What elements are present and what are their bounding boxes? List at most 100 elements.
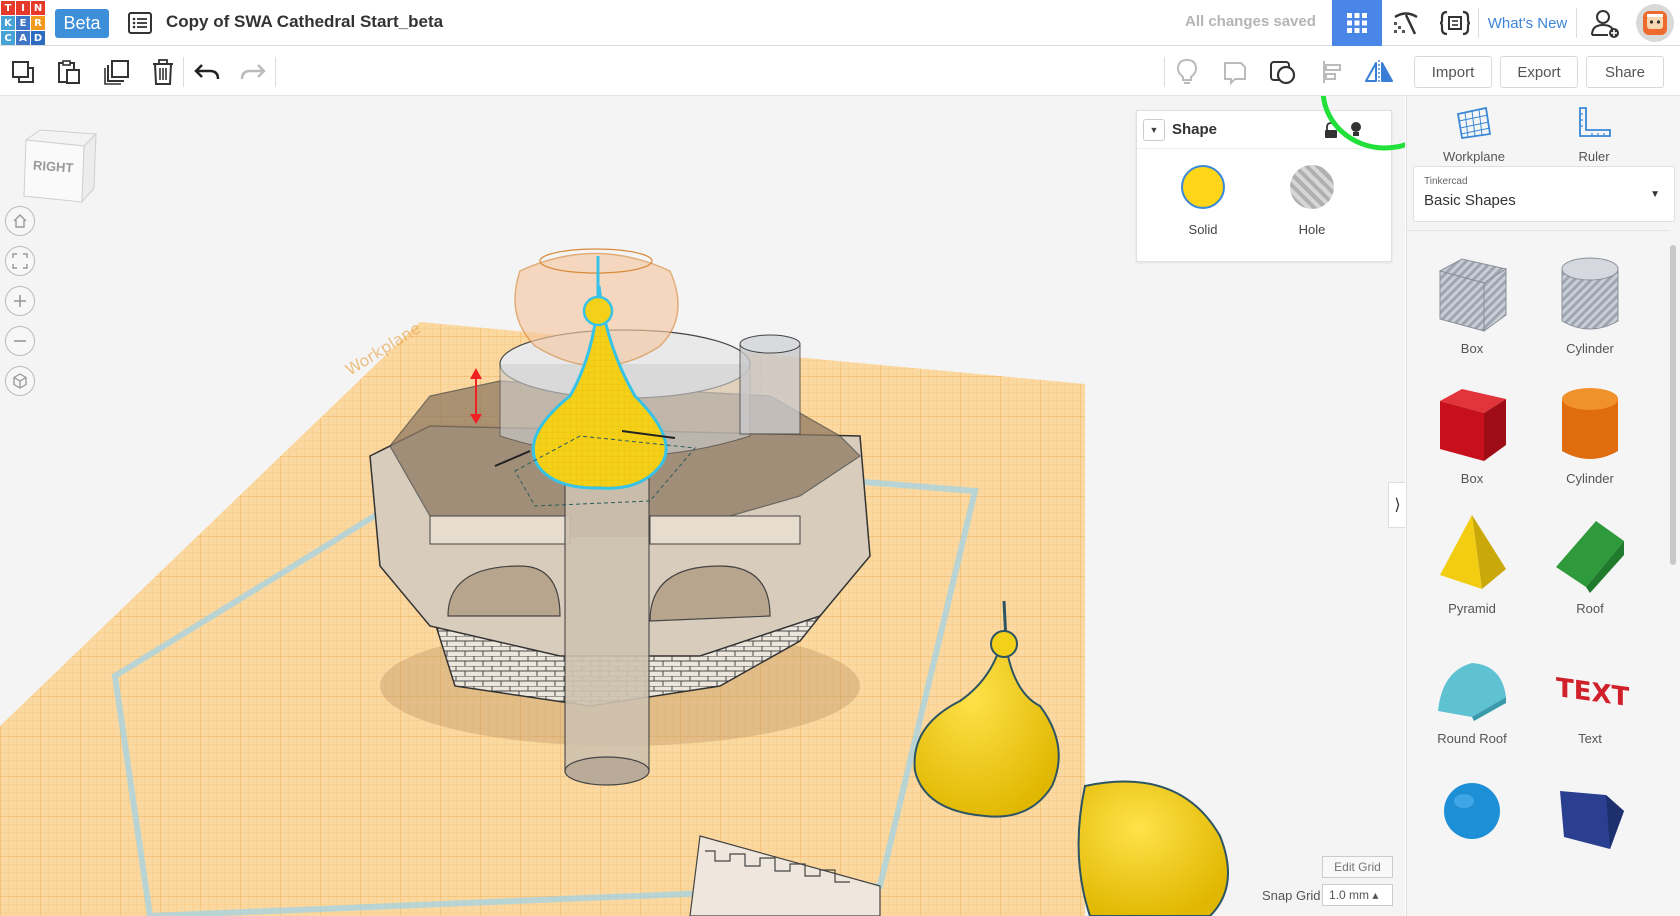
library-name: Basic Shapes [1424,192,1516,209]
mirror-icon [1365,60,1393,84]
shape-label: Cylinder [1566,471,1614,486]
import-button[interactable]: Import [1414,56,1492,88]
plus-icon [14,295,26,307]
logo-letter: C [1,31,15,45]
align-icon [1323,61,1341,83]
ruler-tool[interactable]: Ruler [1549,106,1639,164]
svg-text:TEXT: TEXT [1556,673,1629,713]
top-bar: T I N K E R C A D Beta Copy of SWA Cathe… [0,0,1680,46]
delete-button[interactable] [146,55,180,89]
paste-button[interactable] [52,55,86,89]
shape-library-dropdown[interactable]: Tinkercad Basic Shapes ▼ [1413,166,1675,222]
blocks-view-button[interactable] [1382,0,1430,46]
fit-view-button[interactable] [5,246,35,276]
undo-icon [194,64,220,80]
highlight-circle-annotation [1320,96,1405,151]
notes-button[interactable] [1170,55,1204,89]
add-user-button[interactable] [1580,0,1630,46]
view-cube[interactable]: RIGHT [20,126,98,204]
shape-wedge[interactable] [1535,771,1645,857]
hole-label: Hole [1298,222,1326,237]
tinkercad-logo[interactable]: T I N K E R C A D [1,1,45,45]
shape-label: Round Roof [1437,731,1507,746]
shape-box[interactable]: Box [1417,381,1527,486]
workplane-icon [1456,106,1492,140]
perspective-button[interactable] [5,366,35,396]
collapse-inspector-button[interactable]: ▼ [1143,119,1165,141]
zoom-out-button[interactable] [5,326,35,356]
divider [183,57,184,87]
logo-letter: I [16,1,30,15]
shape-box-hole[interactable]: Box [1417,251,1527,356]
align-button[interactable] [1316,55,1350,89]
beta-badge[interactable]: Beta [55,9,109,38]
grid-view-icon [1347,13,1367,33]
shape-label: Box [1460,471,1484,486]
solid-color-swatch[interactable] [1181,165,1225,209]
shape-list-scrollbar[interactable] [1669,237,1677,916]
shape-roof[interactable]: Roof [1535,511,1645,616]
logo-letter: T [1,1,15,15]
home-view-button[interactable] [5,206,35,236]
cylinder-hole-icon [1561,257,1619,330]
divider [1164,57,1165,87]
ruler-label: Ruler [1578,149,1610,164]
save-status: All changes saved [1185,13,1316,30]
codeblocks-button[interactable] [1432,0,1478,46]
speech-bubble-icon [1224,62,1246,85]
view-cube-label: RIGHT [32,157,74,176]
design-title[interactable]: Copy of SWA Cathedral Start_beta [166,12,443,32]
undo-button[interactable] [190,55,224,89]
dropdown-caret-icon: ▼ [1650,189,1660,200]
whats-new-link[interactable]: What's New [1480,0,1575,46]
3d-view-button[interactable] [1332,0,1382,46]
group-button[interactable] [1266,55,1300,89]
shape-grid: Box Cylinder Box Cylinder Pyramid Roof R… [1407,230,1676,916]
shape-label: Roof [1576,601,1604,616]
shape-label: Box [1460,341,1484,356]
shape-cylinder[interactable]: Cylinder [1535,381,1645,486]
box-icon [1440,389,1506,461]
copy-icon [12,61,34,83]
shapes-panel: Workplane Ruler Tinkercad Basic Shapes ▼… [1406,96,1680,916]
inspector-title: Shape [1172,121,1218,138]
shape-label: Text [1578,731,1602,746]
lightbulb-icon [1176,58,1198,84]
shape-round-roof[interactable]: Round Roof [1417,641,1527,746]
sphere-icon [1444,783,1500,839]
collapse-panel-button[interactable]: ⟩ [1388,482,1405,528]
logo-letter: D [31,31,45,45]
show-all-button[interactable] [1218,55,1252,89]
workplane-label: Workplane [1443,149,1505,164]
shape-sphere[interactable] [1417,771,1527,857]
zoom-in-button[interactable] [5,286,35,316]
shape-label: Pyramid [1448,601,1496,616]
divider [1576,8,1577,38]
hole-swatch[interactable] [1290,165,1334,209]
logo-letter: K [1,16,15,30]
shape-cylinder-hole[interactable]: Cylinder [1535,251,1645,356]
snap-grid-select[interactable]: 1.0 mm ▴ [1322,884,1393,906]
copy-button[interactable] [6,55,40,89]
logo-letter: E [16,16,30,30]
divider [1478,8,1479,38]
shape-pyramid[interactable]: Pyramid [1417,511,1527,616]
3d-workspace[interactable]: Workplane RIGHT ▼ Shape Solid Hole ⟩ Edi… [0,96,1405,916]
shape-label: Cylinder [1566,341,1614,356]
pyramid-icon [1440,515,1506,589]
profile-avatar[interactable] [1632,0,1678,46]
library-provider: Tinkercad [1424,176,1468,187]
design-list-icon[interactable] [128,12,152,34]
logo-letter: R [31,16,45,30]
export-button[interactable]: Export [1500,56,1578,88]
mirror-button[interactable] [1362,55,1396,89]
redo-button[interactable] [236,55,270,89]
workplane-tool[interactable]: Workplane [1429,106,1519,164]
duplicate-button[interactable] [100,55,134,89]
shape-text[interactable]: TEXT Text [1535,641,1645,746]
logo-letter: A [16,31,30,45]
edit-grid-button[interactable]: Edit Grid [1322,856,1393,878]
share-button[interactable]: Share [1586,56,1664,88]
scrollbar-thumb[interactable] [1670,245,1676,565]
duplicate-icon [104,60,129,85]
